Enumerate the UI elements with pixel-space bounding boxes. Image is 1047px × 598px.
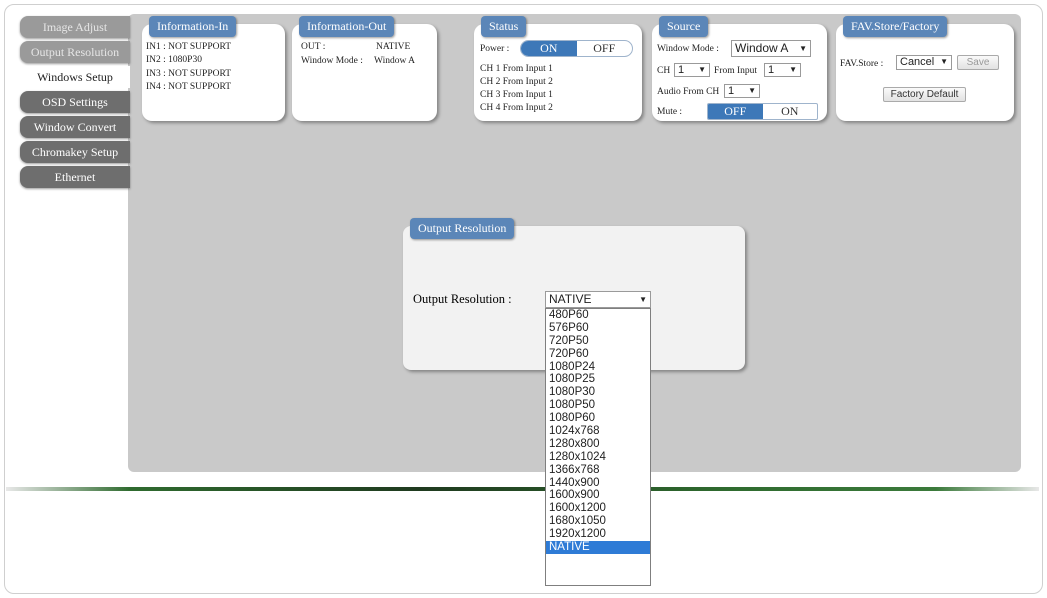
- dropdown-option[interactable]: 1600x900: [546, 489, 650, 502]
- audio-select-value: 1: [728, 85, 735, 97]
- info-in-panel: Information-In IN1 : NOT SUPPORT IN2 : 1…: [142, 16, 285, 121]
- sidebar-item-label: Chromakey Setup: [31, 144, 119, 159]
- sidebar-item-label: Output Resolution: [30, 44, 120, 59]
- dropdown-option[interactable]: 1366x768: [546, 464, 650, 477]
- status-line: CH 3 From Input 1: [480, 90, 553, 100]
- audio-select[interactable]: 1 ▼: [724, 84, 760, 98]
- info-out-panel: Information-Out OUT : NATIVE Window Mode…: [292, 16, 437, 121]
- chevron-down-icon: ▼: [698, 65, 706, 74]
- fav-title: FAV.Store/Factory: [843, 16, 948, 37]
- sidebar-item-image-adjust[interactable]: Image Adjust: [20, 16, 130, 38]
- output-resolution-dropdown[interactable]: 480P60 576P60 720P50 720P60 1080P24 1080P25 10…: [545, 308, 651, 586]
- dropdown-option[interactable]: 1080P60: [546, 412, 650, 425]
- sidebar-item-output-resolution[interactable]: Output Resolution: [20, 41, 130, 63]
- fav-store-select[interactable]: Cancel ▼: [896, 55, 952, 70]
- from-input-label: From Input: [714, 66, 758, 76]
- chevron-down-icon: ▼: [799, 44, 807, 53]
- out-label: OUT :: [301, 42, 326, 52]
- output-resolution-label: Output Resolution :: [413, 292, 512, 306]
- power-toggle[interactable]: ON OFF: [520, 40, 633, 57]
- sidebar-item-label: Windows Setup: [37, 69, 113, 84]
- sidebar-item-osd-settings[interactable]: OSD Settings: [20, 91, 130, 113]
- window-mode-label: Window Mode :: [301, 56, 363, 66]
- fav-store-select-value: Cancel: [900, 56, 935, 68]
- dropdown-option[interactable]: 1600x1200: [546, 502, 650, 515]
- chevron-down-icon: ▼: [639, 295, 647, 304]
- dropdown-option[interactable]: 720P60: [546, 348, 650, 361]
- sidebar-item-ethernet[interactable]: Ethernet: [20, 166, 130, 188]
- mute-off-option[interactable]: OFF: [708, 104, 763, 119]
- dropdown-option[interactable]: 1080P30: [546, 386, 650, 399]
- dropdown-option[interactable]: 1680x1050: [546, 515, 650, 528]
- from-input-select[interactable]: 1 ▼: [764, 63, 801, 77]
- output-resolution-select-value: NATIVE: [549, 292, 592, 306]
- info-out-title: Information-Out: [299, 16, 395, 37]
- power-on-option[interactable]: ON: [521, 41, 577, 56]
- chevron-down-icon: ▼: [940, 57, 948, 66]
- info-in-title: Information-In: [149, 16, 237, 37]
- dropdown-option[interactable]: 480P60: [546, 309, 650, 322]
- ch-select[interactable]: 1 ▼: [674, 63, 710, 77]
- status-line: CH 2 From Input 2: [480, 77, 553, 87]
- from-input-select-value: 1: [768, 64, 775, 76]
- power-off-option[interactable]: OFF: [577, 41, 633, 56]
- sidebar-item-label: Image Adjust: [42, 19, 108, 34]
- dropdown-option[interactable]: 1024x768: [546, 425, 650, 438]
- sidebar-item-windows-setup[interactable]: Windows Setup: [20, 66, 130, 88]
- sidebar: Image Adjust Output Resolution Windows S…: [20, 16, 130, 191]
- info-in-line: IN2 : 1080P30: [146, 55, 202, 65]
- dropdown-option[interactable]: 1440x900: [546, 477, 650, 490]
- dropdown-option[interactable]: 1920x1200: [546, 528, 650, 541]
- info-in-line: IN4 : NOT SUPPORT: [146, 82, 232, 92]
- chevron-down-icon: ▼: [789, 65, 797, 74]
- audio-label: Audio From CH: [657, 87, 720, 97]
- factory-default-button[interactable]: Factory Default: [883, 87, 966, 102]
- dropdown-option[interactable]: 1080P24: [546, 361, 650, 374]
- window-mode-select-value: Window A: [735, 41, 789, 55]
- fav-panel: FAV.Store/Factory FAV.Store : Cancel ▼ Sa…: [836, 16, 1014, 121]
- dropdown-option[interactable]: 1280x800: [546, 438, 650, 451]
- output-resolution-select[interactable]: NATIVE ▼: [545, 291, 651, 308]
- source-title: Source: [659, 16, 709, 37]
- status-line: CH 4 From Input 2: [480, 103, 553, 113]
- source-panel: Source Window Mode : Window A ▼ CH 1 ▼ Fro…: [652, 16, 827, 121]
- sidebar-item-chromakey-setup[interactable]: Chromakey Setup: [20, 141, 130, 163]
- footer-divider: [6, 487, 1039, 491]
- dropdown-option[interactable]: 576P60: [546, 322, 650, 335]
- power-label: Power :: [480, 44, 510, 54]
- dropdown-option[interactable]: NATIVE: [546, 541, 650, 554]
- mute-label: Mute :: [657, 107, 683, 117]
- source-window-mode-label: Window Mode :: [657, 44, 719, 54]
- status-panel: Status Power : ON OFF CH 1 From Input 1 …: [474, 16, 642, 121]
- fav-store-label: FAV.Store :: [840, 59, 884, 69]
- dropdown-option[interactable]: 1080P25: [546, 373, 650, 386]
- sidebar-item-label: Window Convert: [33, 119, 117, 134]
- info-in-line: IN3 : NOT SUPPORT: [146, 69, 232, 79]
- mute-toggle[interactable]: OFF ON: [707, 103, 818, 120]
- status-line: CH 1 From Input 1: [480, 64, 553, 74]
- sidebar-item-label: Ethernet: [54, 169, 96, 184]
- ch-label: CH: [657, 66, 671, 76]
- info-in-line: IN1 : NOT SUPPORT: [146, 42, 232, 52]
- output-resolution-title: Output Resolution: [410, 218, 515, 239]
- ch-select-value: 1: [678, 64, 685, 76]
- sidebar-item-window-convert[interactable]: Window Convert: [20, 116, 130, 138]
- out-value: NATIVE: [376, 42, 411, 52]
- mute-on-option[interactable]: ON: [763, 104, 818, 119]
- sidebar-item-label: OSD Settings: [42, 94, 108, 109]
- window-mode-value: Window A: [374, 56, 416, 66]
- window-mode-select[interactable]: Window A ▼: [731, 40, 811, 57]
- dropdown-option[interactable]: 720P50: [546, 335, 650, 348]
- dropdown-option[interactable]: 1080P50: [546, 399, 650, 412]
- save-button[interactable]: Save: [957, 55, 999, 70]
- dropdown-option[interactable]: 1280x1024: [546, 451, 650, 464]
- chevron-down-icon: ▼: [748, 86, 756, 95]
- status-title: Status: [481, 16, 527, 37]
